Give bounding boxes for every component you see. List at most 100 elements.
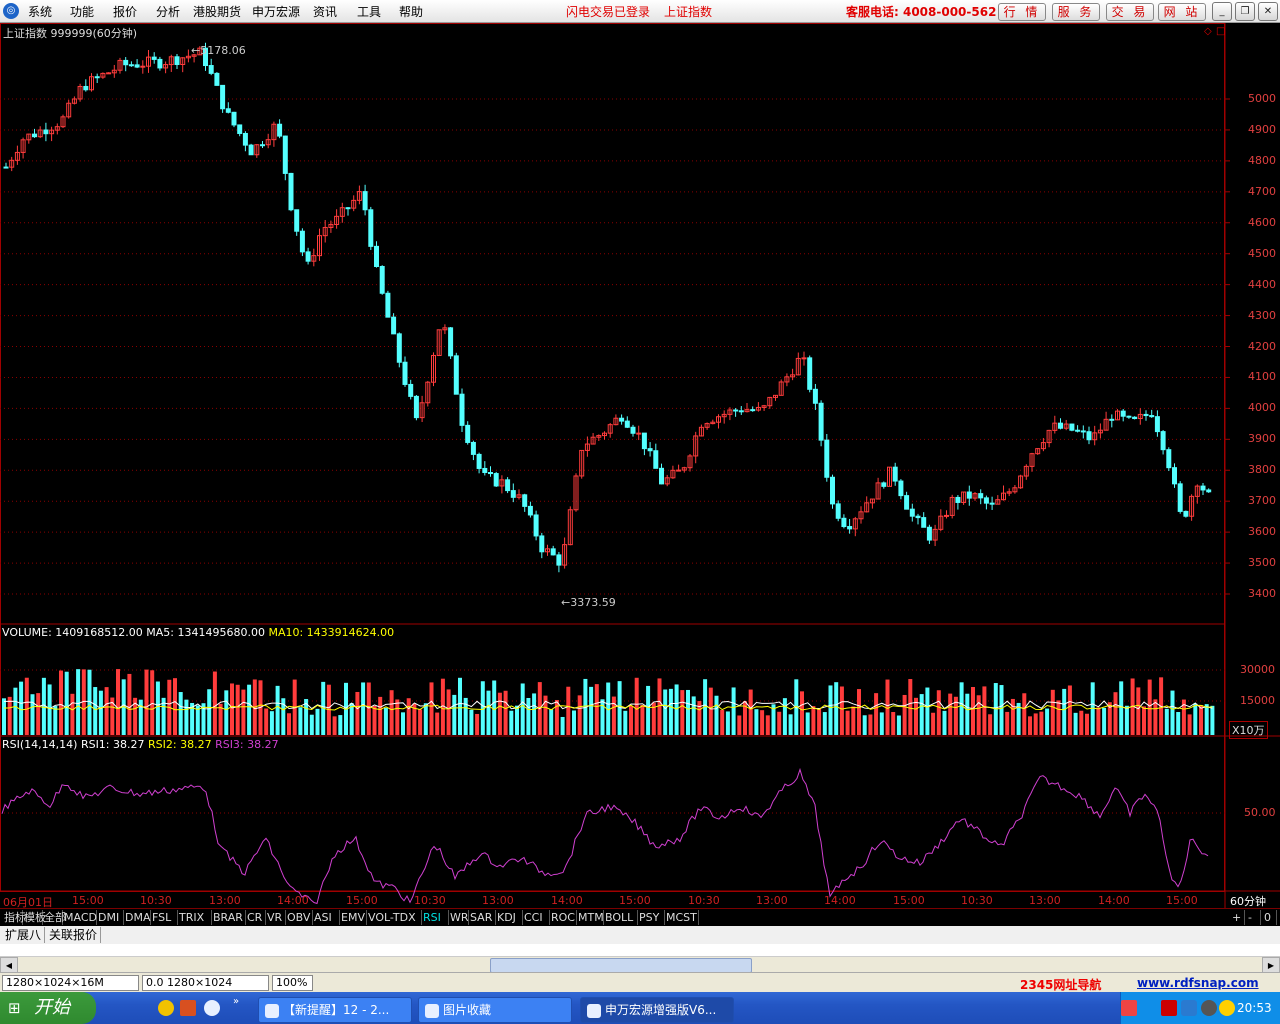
indicator-tab[interactable]: MCST (664, 910, 699, 925)
extension-tab[interactable]: 关联报价 (46, 927, 102, 943)
volume-bar (241, 689, 246, 735)
indicator-tab[interactable]: KDJ (495, 910, 523, 925)
service-button[interactable]: 交 易 (1106, 3, 1154, 21)
candle-body (750, 409, 756, 412)
candle-body (1058, 422, 1063, 429)
volume-bar (184, 699, 189, 735)
time-axis-label: 13:00 (482, 894, 514, 907)
system-tray: 20:53 (1120, 992, 1280, 1024)
indicator-tab[interactable]: VOL-TDX (366, 910, 422, 925)
task-button[interactable]: 图片收藏 (418, 997, 572, 1023)
volume-bar (70, 693, 75, 735)
horizontal-scrollbar[interactable]: ◀ ▶ (0, 956, 1280, 974)
candle-body (978, 493, 984, 499)
volume-bar (760, 710, 765, 735)
volume-bar (235, 684, 240, 735)
candle-body (1126, 415, 1132, 418)
menu-item[interactable]: 功能 (70, 3, 94, 20)
tab-control-button[interactable]: + (1230, 910, 1245, 925)
indicator-tab[interactable]: PSY (637, 910, 665, 925)
menu-item[interactable]: 系统 (28, 3, 52, 20)
indicator-tab[interactable]: DMI (96, 910, 124, 925)
indicator-tab[interactable]: DMA (123, 910, 151, 925)
tray-network-icon[interactable] (1219, 1000, 1235, 1016)
volume-bar (19, 681, 24, 735)
scroll-thumb[interactable] (490, 958, 752, 973)
tray-speaker-icon[interactable] (1201, 1000, 1217, 1016)
indicator-tab[interactable]: 全部 (42, 910, 66, 925)
indicator-tab[interactable]: CCI (522, 910, 550, 925)
candle-body (248, 144, 254, 156)
candle-body (379, 265, 385, 294)
diamond-icon[interactable]: ◇ (1204, 26, 1212, 37)
indicator-tab[interactable]: MACD (62, 910, 97, 925)
menu-item[interactable]: 工具 (357, 3, 381, 20)
indicator-tab[interactable]: BOLL (603, 910, 638, 925)
minimize-icon[interactable]: _ (1212, 2, 1232, 21)
tray-flag-icon[interactable] (1161, 1000, 1177, 1016)
indicator-tab[interactable]: CR (245, 910, 266, 925)
indicator-tab[interactable]: OBV (285, 910, 313, 925)
indicator-tab[interactable]: RSI (421, 910, 449, 925)
indicator-tab[interactable]: 模板 (22, 910, 46, 925)
menu-item[interactable]: 港股期货 (193, 3, 241, 20)
start-button[interactable]: ⊞ 开始 (0, 992, 96, 1024)
menu-item[interactable]: 分析 (156, 3, 180, 20)
volume-bar (298, 707, 303, 735)
price-axis-label: 4200 (1248, 339, 1276, 353)
volume-bar (1062, 688, 1067, 735)
menu-item[interactable]: 帮助 (399, 3, 423, 20)
menu-item[interactable]: 申万宏源 (252, 3, 300, 20)
quicklaunch-expand-icon[interactable]: » (233, 996, 239, 1007)
restore-icon[interactable]: ❐ (1235, 2, 1255, 21)
volume-bar (720, 709, 725, 735)
tab-control-button[interactable]: - (1246, 910, 1261, 925)
candle-body (1183, 510, 1189, 517)
close-icon[interactable]: ✕ (1258, 2, 1278, 21)
volume-bar (173, 678, 177, 735)
indicator-tab[interactable]: 指标 (2, 910, 26, 925)
candle-body (1206, 489, 1212, 493)
quicklaunch-icon[interactable] (158, 1000, 174, 1016)
time-axis-label: 13:00 (756, 894, 788, 907)
candle-body (94, 76, 100, 79)
quicklaunch-icon[interactable] (204, 1000, 220, 1016)
time-axis-label: 15:00 (619, 894, 651, 907)
volume-bar (1193, 703, 1198, 735)
indicator-tab[interactable]: MTM (576, 910, 604, 925)
panel-maximize-icon[interactable]: □ (1216, 26, 1225, 37)
indicator-tab[interactable]: ASI (312, 910, 340, 925)
quicklaunch-icon[interactable] (180, 1000, 196, 1016)
tab-control-button[interactable]: 0 (1262, 910, 1277, 925)
indicator-tab[interactable]: ROC (549, 910, 577, 925)
menu-item[interactable]: 资讯 (313, 3, 337, 20)
indicator-tab[interactable]: FSL (150, 910, 178, 925)
indicator-tab[interactable]: TRIX (177, 910, 212, 925)
nav-link[interactable]: 2345网址导航 (1020, 976, 1101, 993)
task-button[interactable]: 【新提醒】12 - 2... (258, 997, 412, 1023)
volume-bar (520, 683, 525, 735)
volume-bar (116, 669, 120, 735)
chart-area[interactable] (0, 23, 1280, 908)
volume-bar (1005, 711, 1010, 735)
volume-bar (287, 713, 291, 735)
high-price-label: ←5178.06 (191, 44, 246, 57)
indicator-tab[interactable]: VR (265, 910, 286, 925)
volume-bar (309, 714, 314, 735)
menu-item[interactable]: 报价 (113, 3, 137, 20)
indicator-tab[interactable]: WR (448, 910, 469, 925)
indicator-tab[interactable]: SAR (468, 910, 496, 925)
volume-bar (691, 696, 696, 735)
site-link[interactable]: www.rdfsnap.com (1137, 976, 1259, 990)
indicator-tab[interactable]: EMV (339, 910, 367, 925)
tray-app-icon[interactable] (1121, 1000, 1137, 1016)
service-button[interactable]: 网 站 (1158, 3, 1206, 21)
tray-shield-icon[interactable] (1181, 1000, 1197, 1016)
volume-bar (24, 677, 29, 735)
extension-tab[interactable]: 扩展八 (2, 927, 46, 943)
indicator-tab[interactable]: BRAR (211, 910, 246, 925)
task-button[interactable]: 申万宏源增强版V6... (580, 997, 734, 1023)
service-button[interactable]: 服 务 (1052, 3, 1100, 21)
service-button[interactable]: 行 情 (998, 3, 1046, 21)
volume-bar (212, 671, 217, 735)
